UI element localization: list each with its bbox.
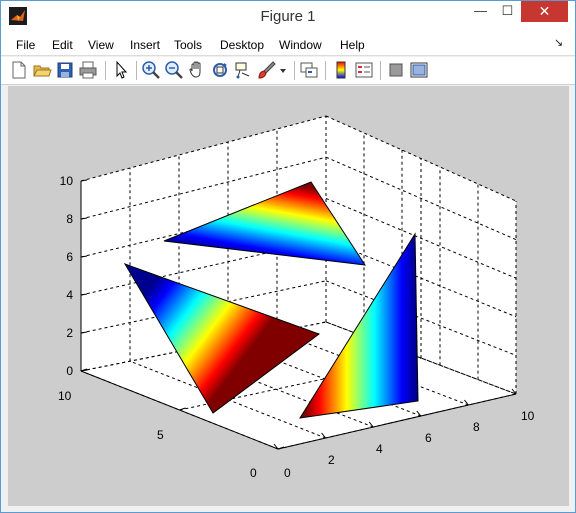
show-plot-tools-icon[interactable]	[409, 60, 429, 80]
maximize-button[interactable]: ☐	[494, 1, 521, 22]
zoom-out-icon[interactable]	[164, 60, 184, 80]
y-tick-label: 5	[157, 428, 164, 442]
z-tick-label: 6	[66, 250, 73, 264]
figure-canvas[interactable]: 0 2 4 6 8 10 0 2 4 6 8 10 0 5 10	[8, 86, 569, 506]
insert-legend-icon[interactable]	[354, 60, 374, 80]
rotate-3d-icon[interactable]	[210, 60, 230, 80]
x-tick-label: 6	[425, 431, 432, 445]
toolbar-separator	[136, 61, 137, 80]
open-file-icon[interactable]	[32, 60, 52, 80]
z-tick-label: 0	[66, 364, 73, 378]
x-tick-label: 8	[473, 420, 480, 434]
print-icon[interactable]	[78, 60, 98, 80]
y-tick-label: 10	[58, 389, 72, 403]
menu-file[interactable]: File	[16, 38, 35, 52]
menu-edit[interactable]: Edit	[52, 38, 73, 52]
zoom-in-icon[interactable]	[141, 60, 161, 80]
save-icon[interactable]	[55, 60, 75, 80]
y-tick-label: 0	[250, 466, 257, 480]
brush-dropdown-icon[interactable]	[278, 60, 288, 80]
z-tick-label: 8	[66, 212, 73, 226]
menu-insert[interactable]: Insert	[130, 38, 160, 52]
title-bar: Figure 1 — ☐ ✕	[1, 1, 575, 32]
z-tick-labels: 0 2 4 6 8 10	[60, 174, 74, 378]
z-tick-label: 4	[66, 288, 73, 302]
axes-3d[interactable]: 0 2 4 6 8 10 0 2 4 6 8 10 0 5 10	[8, 86, 569, 506]
toolbar-separator	[294, 61, 295, 80]
new-figure-icon[interactable]	[9, 60, 29, 80]
insert-colorbar-icon[interactable]	[331, 60, 351, 80]
figure-toolbar	[1, 57, 575, 85]
menu-bar: File Edit View Insert Tools Desktop Wind…	[1, 32, 575, 56]
toolbar-separator	[105, 61, 106, 80]
link-plot-icon[interactable]	[299, 60, 319, 80]
x-tick-label: 0	[284, 466, 291, 480]
toolbar-separator	[380, 61, 381, 80]
z-tick-label: 10	[60, 174, 74, 188]
pan-hand-icon[interactable]	[187, 60, 207, 80]
menu-help[interactable]: Help	[340, 38, 365, 52]
x-tick-label: 10	[521, 409, 535, 423]
edit-plot-arrow-icon[interactable]	[111, 60, 131, 80]
x-tick-label: 2	[328, 453, 335, 467]
menu-tools[interactable]: Tools	[174, 38, 202, 52]
brush-icon[interactable]	[256, 60, 276, 80]
data-cursor-icon[interactable]	[233, 60, 253, 80]
menu-desktop[interactable]: Desktop	[220, 38, 264, 52]
figure-window: Figure 1 — ☐ ✕ File Edit View Insert Too…	[0, 0, 576, 513]
minimize-button[interactable]: —	[467, 1, 494, 22]
menu-view[interactable]: View	[88, 38, 114, 52]
hide-plot-tools-icon[interactable]	[386, 60, 406, 80]
toolbar-separator	[325, 61, 326, 80]
z-tick-label: 2	[66, 326, 73, 340]
x-tick-label: 4	[376, 442, 383, 456]
dock-arrow-icon[interactable]: ↘	[554, 36, 563, 49]
close-button[interactable]: ✕	[521, 1, 568, 22]
menu-window[interactable]: Window	[279, 38, 322, 52]
